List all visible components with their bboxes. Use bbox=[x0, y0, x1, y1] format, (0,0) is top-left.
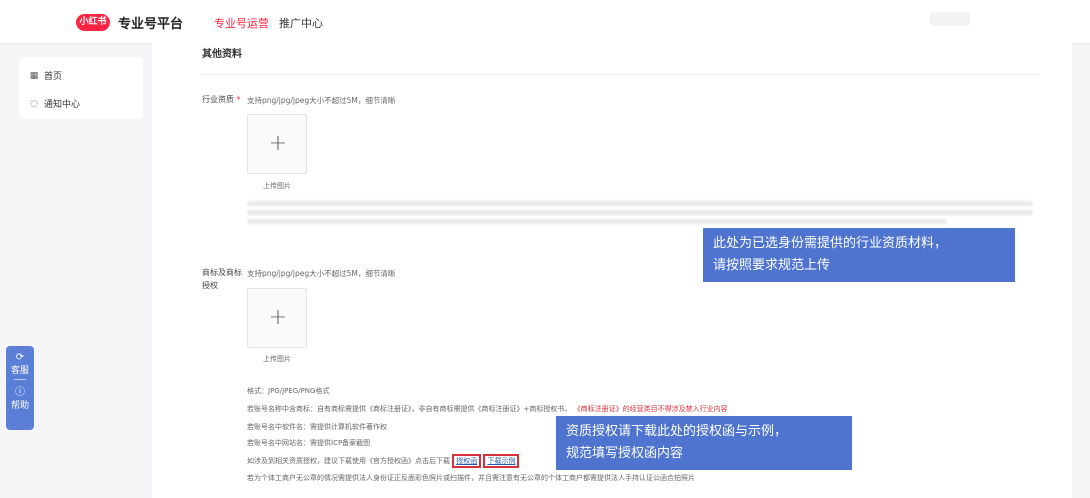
industry-upload-label: 上传图片 bbox=[263, 182, 291, 190]
callout-line: 资质授权请下载此处的授权函与示例， bbox=[566, 424, 788, 439]
note-individual: 若为个体工商户无公章的情况需提供法人身份证正反面彩色照片或扫描件，并且需注意有无… bbox=[247, 474, 695, 482]
industry-upload-box[interactable]: + bbox=[247, 114, 307, 174]
trademark-label: 商标及商标授权 bbox=[202, 268, 242, 290]
trademark-hint: 支持png/jpg/jpeg大小不超过5M，细节清晰 bbox=[247, 269, 396, 278]
note-website: 若账号名中网站名：需提供ICP备案截图 bbox=[247, 439, 371, 447]
note-trademark: 若账号名称中含商标：自有商标需提供《商标注册证》，非自有商标需提供《商标注册证》… bbox=[247, 404, 728, 414]
divider bbox=[14, 379, 26, 380]
authorization-letter-link[interactable]: 授权函 bbox=[452, 454, 482, 468]
note-authorization: 如涉及到相关资质授权，建议下载使用《官方授权函》点击后下载 授权函 下载示例 bbox=[247, 454, 520, 468]
industry-callout: 此处为已选身份需提供的行业资质材料， 请按照要求规范上传 bbox=[703, 228, 1015, 282]
xiaohongshu-logo[interactable]: 小红书 bbox=[76, 14, 110, 31]
sidebar-item-notifications[interactable]: ◌ 通知中心 bbox=[29, 97, 81, 111]
note-auth-text: 如涉及到相关资质授权，建议下载使用《官方授权函》点击后下载 bbox=[247, 457, 450, 465]
note-format: 格式：JPG/JPEG/PNG格式 bbox=[247, 387, 330, 395]
refresh-icon: ⟳ bbox=[15, 352, 25, 363]
floating-help-bar: ⟳ 客服 ⓘ 帮助 bbox=[6, 346, 34, 430]
service-label: 客服 bbox=[10, 366, 29, 376]
note-trademark-red: 《商标注册证》的经营类目不得涉及禁入行业内容 bbox=[573, 405, 728, 413]
account-area[interactable] bbox=[930, 12, 970, 26]
bell-icon: ◌ bbox=[30, 98, 38, 109]
grid-icon: ▦ bbox=[29, 70, 39, 81]
tab-pro-operation[interactable]: 专业号运营 bbox=[214, 15, 269, 31]
question-icon: ⓘ bbox=[15, 387, 25, 398]
industry-hint: 支持png/jpg/jpeg大小不超过5M，细节清晰 bbox=[247, 96, 396, 105]
sidebar: ▦ 首页 ◌ 通知中心 bbox=[19, 57, 143, 119]
blurred-text bbox=[247, 219, 947, 224]
section-title: 其他资料 bbox=[202, 49, 242, 60]
trademark-upload-label: 上传图片 bbox=[263, 355, 291, 363]
sidebar-item-label: 首页 bbox=[44, 72, 63, 82]
download-sample-link[interactable]: 下载示例 bbox=[483, 454, 520, 468]
sidebar-item-home[interactable]: ▦ 首页 bbox=[29, 69, 63, 83]
plus-icon: + bbox=[268, 131, 288, 156]
industry-label: 行业资质 * bbox=[202, 93, 242, 106]
note-trademark-text: 若账号名称中含商标：自有商标需提供《商标注册证》，非自有商标需提供《商标注册证》… bbox=[247, 405, 572, 413]
tab-promotion-center[interactable]: 推广中心 bbox=[279, 15, 323, 31]
callout-line: 规范填写授权函内容 bbox=[566, 446, 684, 461]
plus-icon: + bbox=[268, 305, 288, 330]
auth-callout: 资质授权请下载此处的授权函与示例， 规范填写授权函内容 bbox=[556, 416, 852, 470]
required-mark: * bbox=[236, 95, 241, 104]
customer-service-button[interactable]: ⟳ 客服 bbox=[6, 346, 34, 376]
trademark-upload-box[interactable]: + bbox=[247, 288, 307, 348]
callout-line: 此处为已选身份需提供的行业资质材料， bbox=[713, 236, 948, 251]
industry-label-text: 行业资质 bbox=[202, 95, 234, 104]
blurred-text bbox=[247, 210, 1033, 215]
platform-title: 专业号平台 bbox=[118, 17, 184, 32]
callout-line: 请按照要求规范上传 bbox=[713, 258, 831, 273]
help-button[interactable]: ⓘ 帮助 bbox=[6, 383, 34, 411]
help-label: 帮助 bbox=[10, 401, 29, 411]
blurred-text bbox=[247, 201, 1033, 206]
sidebar-item-label: 通知中心 bbox=[44, 100, 81, 110]
section-divider bbox=[202, 74, 1038, 75]
note-software: 若账号名中软件名：需提供计算机软件著作权 bbox=[247, 423, 387, 431]
